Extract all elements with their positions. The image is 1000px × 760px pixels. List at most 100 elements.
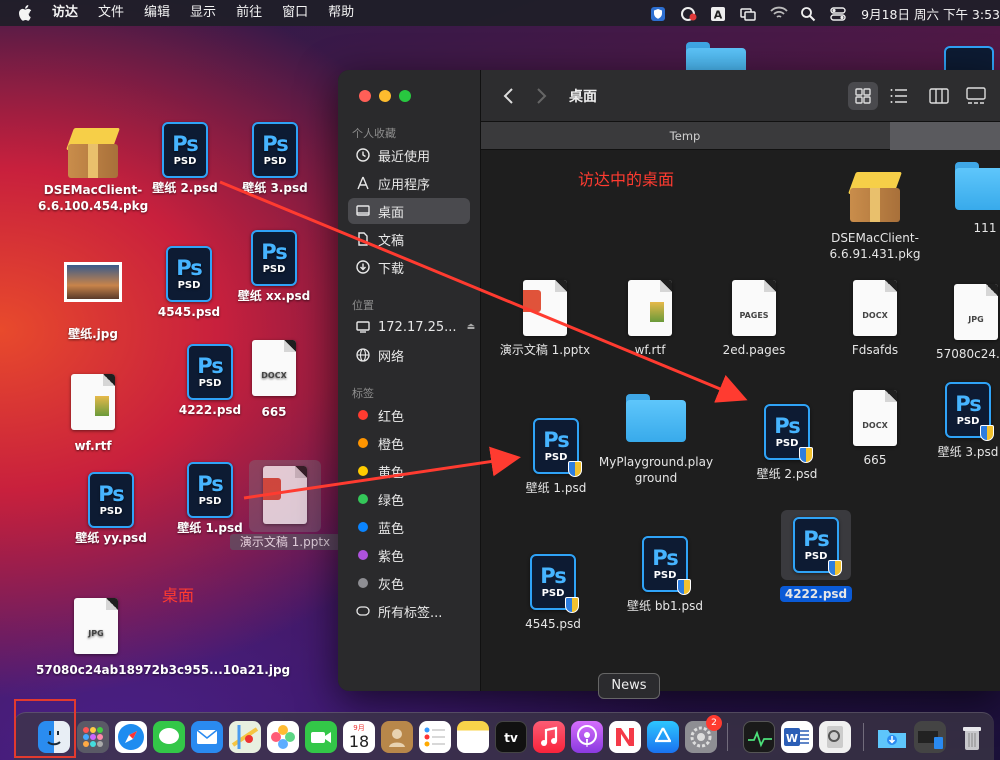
file-item[interactable]: Ps PSD 壁纸 bb1.psd (610, 536, 720, 614)
system-preferences-dock-icon[interactable]: 2 (685, 715, 722, 753)
control-center-icon[interactable] (830, 6, 846, 21)
wifi-icon[interactable] (770, 6, 788, 20)
sidebar-item-recents[interactable]: 最近使用 (348, 142, 470, 168)
word-dock-icon[interactable]: W (781, 721, 813, 753)
applications-icon (356, 176, 370, 190)
zoom-button[interactable] (399, 90, 411, 102)
file-item[interactable]: JPG 57080c24...2b3c95...0 (936, 284, 1000, 362)
apple-tv-dock-icon[interactable]: tv (495, 721, 527, 753)
file-item[interactable]: Ps PSD 壁纸 3.psd (928, 382, 1000, 460)
list-view-button[interactable] (884, 82, 914, 110)
downloads-stack-dock-icon[interactable] (876, 721, 908, 753)
news-dock-icon[interactable] (609, 721, 641, 753)
maps-dock-icon[interactable] (229, 721, 261, 753)
recent-items-dock-icon[interactable] (914, 721, 946, 753)
preview-dock-icon[interactable] (819, 721, 851, 753)
file-item-selected[interactable]: Ps PSD 4222.psd (761, 510, 871, 602)
contacts-dock-icon[interactable] (381, 721, 413, 753)
photoshop-file-icon: Ps PSD (793, 517, 842, 576)
menu-file[interactable]: 文件 (98, 0, 124, 26)
sidebar-item-downloads[interactable]: 下载 (348, 254, 470, 280)
sidebar-item-applications[interactable]: 应用程序 (348, 170, 470, 196)
app-store-dock-icon[interactable] (647, 721, 679, 753)
sidebar-item-server[interactable]: 172.17.25... ⏏ (348, 314, 475, 340)
sidebar-item-desktop[interactable]: 桌面 (348, 198, 470, 224)
menu-window[interactable]: 窗口 (282, 0, 308, 26)
menu-app-finder[interactable]: 访达 (52, 0, 78, 26)
tab-desktop-active[interactable] (890, 122, 1000, 150)
sidebar-item-documents[interactable]: 文稿 (348, 226, 470, 252)
file-item[interactable]: MyPlayground.playground (596, 394, 716, 486)
eject-icon[interactable]: ⏏ (467, 322, 476, 332)
sidebar-item-network[interactable]: 网络 (348, 342, 470, 368)
dragging-pptx-icon[interactable]: 演示文稿 1.pptx (230, 460, 340, 550)
trash-dock-icon[interactable] (956, 721, 988, 753)
back-chevron-icon[interactable] (501, 86, 517, 106)
sidebar-tag-yellow[interactable]: 黄色 (348, 458, 470, 484)
file-item[interactable]: Ps PSD 壁纸 1.psd (501, 418, 611, 496)
sidebar-tag-purple[interactable]: 紫色 (348, 542, 470, 568)
screen-mirroring-icon[interactable] (740, 6, 756, 21)
notes-dock-icon[interactable] (457, 721, 489, 753)
column-view-button[interactable] (924, 82, 954, 110)
cloud-sync-icon[interactable] (680, 6, 697, 21)
icon-view-button[interactable] (848, 82, 878, 110)
menu-go[interactable]: 前往 (236, 0, 262, 26)
desktop-icon-psd[interactable]: Ps PSD 壁纸 3.psd (220, 122, 330, 196)
forward-chevron-icon[interactable] (533, 86, 549, 106)
desktop-icon-psd[interactable]: Ps PSD 壁纸 yy.psd (56, 472, 166, 546)
desktop-psd-partial[interactable] (944, 46, 994, 70)
file-item[interactable]: 111 (930, 162, 1000, 236)
apple-icon[interactable] (18, 5, 32, 21)
menu-edit[interactable]: 编辑 (144, 0, 170, 26)
sidebar-all-tags[interactable]: 所有标签... (348, 598, 470, 624)
podcasts-dock-icon[interactable] (571, 721, 603, 753)
launchpad-dock-icon[interactable] (77, 721, 109, 753)
reminders-dock-icon[interactable] (419, 721, 451, 753)
menu-clock[interactable]: 9月18日 周六 下午 3:53 (861, 4, 1000, 23)
input-method-icon[interactable]: A (710, 6, 726, 22)
svg-text:W: W (786, 732, 798, 745)
close-button[interactable] (359, 90, 371, 102)
gallery-view-button[interactable] (961, 82, 991, 110)
shield-badge-icon (828, 560, 842, 576)
sidebar-tag-gray[interactable]: 灰色 (348, 570, 470, 596)
file-item[interactable]: Ps PSD 4545.psd (498, 554, 608, 632)
desktop-icon-psd[interactable]: Ps PSD 壁纸 xx.psd (219, 230, 329, 304)
minimize-button[interactable] (379, 90, 391, 102)
mail-dock-icon[interactable] (191, 721, 223, 753)
image-thumbnail-icon (64, 262, 122, 302)
sidebar-tag-red[interactable]: 红色 (348, 402, 470, 428)
file-item[interactable]: DOCX Fdsafds (830, 280, 920, 358)
desktop-icon-label: 壁纸 xx.psd (237, 289, 311, 303)
photos-dock-icon[interactable] (267, 721, 299, 753)
messages-dock-icon[interactable] (153, 721, 185, 753)
desktop-icon-docx[interactable]: DOCX 665 (219, 340, 329, 420)
tag-dot-icon (358, 466, 368, 476)
tag-dot-icon (358, 578, 368, 588)
spotlight-search-icon[interactable] (800, 6, 816, 22)
activity-monitor-dock-icon[interactable] (743, 721, 775, 753)
file-item[interactable]: PAGES 2ed.pages (709, 280, 799, 358)
safari-dock-icon[interactable] (115, 721, 147, 753)
tab-temp[interactable]: Temp (481, 122, 889, 150)
facetime-dock-icon[interactable] (305, 721, 337, 753)
menu-help[interactable]: 帮助 (328, 0, 354, 26)
desktop-icon-jpg[interactable]: 壁纸.jpg (38, 262, 148, 342)
file-item[interactable]: DOCX 665 (820, 390, 930, 468)
document-icon (356, 232, 370, 246)
shield-status-icon[interactable] (650, 6, 666, 21)
menu-view[interactable]: 显示 (190, 0, 216, 26)
sidebar-tag-green[interactable]: 绿色 (348, 486, 470, 512)
sidebar-tag-orange[interactable]: 橙色 (348, 430, 470, 456)
desktop-folder-partial[interactable] (686, 42, 746, 90)
music-dock-icon[interactable] (533, 721, 565, 753)
sidebar-tag-blue[interactable]: 蓝色 (348, 514, 470, 540)
finder-tab-bar: Temp (481, 122, 1000, 150)
file-item[interactable]: 演示文稿 1.pptx (490, 280, 600, 358)
file-item[interactable]: DSEMacClient-6.6.91.431.pkg (820, 170, 930, 262)
desktop-icon-jpg[interactable]: JPG 57080c24ab18972b3c955...10a21.jpg (36, 598, 290, 678)
file-item[interactable]: wf.rtf (605, 280, 695, 358)
desktop-icon-rtf[interactable]: wf.rtf (38, 374, 148, 454)
calendar-dock-icon[interactable]: 9月 18 (343, 721, 375, 753)
